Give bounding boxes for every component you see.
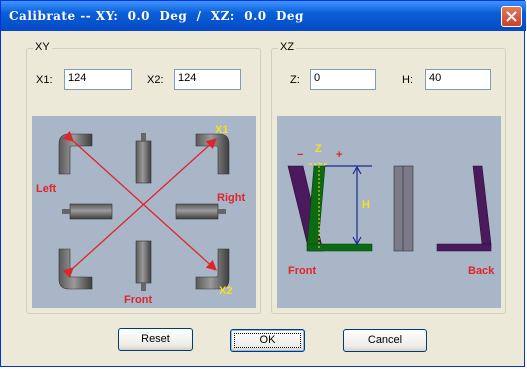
label-x1: X1 [215, 124, 228, 136]
calibrate-dialog: Calibrate -- XY: 0.0 Deg / XZ: 0.0 Deg X… [0, 0, 526, 367]
z-input[interactable]: 0 [310, 69, 376, 90]
cancel-button[interactable]: Cancel [343, 329, 427, 352]
xy-diagram: X1 X2 Left Right Front [32, 116, 256, 308]
x2-label: X2: [147, 74, 164, 86]
cylinder-bottom [135, 240, 152, 284]
z-label: Z: [290, 74, 300, 86]
reset-button[interactable]: Reset [118, 328, 193, 351]
corner-pipe-bottom-right [195, 248, 230, 290]
label-x2: X2 [219, 285, 232, 297]
focus-rect [234, 333, 301, 348]
ok-button[interactable]: OK [230, 329, 305, 352]
label-front: Front [124, 294, 152, 306]
label-minus: − [297, 149, 303, 161]
label-back: Back [468, 265, 495, 277]
h-label: H: [402, 74, 413, 86]
x2-input[interactable]: 124 [174, 69, 241, 90]
x1-input[interactable]: 124 [64, 69, 132, 90]
label-right: Right [217, 192, 245, 204]
close-button[interactable] [501, 6, 522, 27]
xy-group: XY X1: 124 X2: 124 X1 X2 Left Right Fron… [26, 41, 261, 314]
x1-label: X1: [36, 74, 53, 86]
close-icon [506, 11, 517, 22]
cancel-button-label: Cancel [367, 334, 403, 346]
reset-button-label: Reset [141, 333, 170, 345]
cylinder-right [175, 203, 219, 220]
label-front-xz: Front [288, 265, 316, 277]
label-left: Left [36, 183, 57, 195]
label-plus: + [336, 149, 342, 161]
corner-pipe-top-right [195, 133, 230, 175]
label-h: H [362, 199, 370, 211]
xy-group-label: XY [33, 41, 52, 53]
xz-group: XZ Z: 0 H: 40 − Z + H Front Back [271, 41, 506, 314]
h-input[interactable]: 40 [425, 69, 491, 90]
xz-diagram: − Z + H Front Back [277, 116, 501, 308]
xz-group-label: XZ [278, 41, 297, 53]
label-z: Z [315, 143, 322, 155]
title-bar[interactable]: Calibrate -- XY: 0.0 Deg / XZ: 0.0 Deg [1, 1, 526, 31]
back-plate [472, 165, 492, 245]
cylinder-top [135, 140, 152, 184]
green-base-plate [306, 243, 373, 252]
cylinder-left [69, 203, 113, 220]
window-title: Calibrate -- XY: 0.0 Deg / XZ: 0.0 Deg [9, 9, 304, 23]
